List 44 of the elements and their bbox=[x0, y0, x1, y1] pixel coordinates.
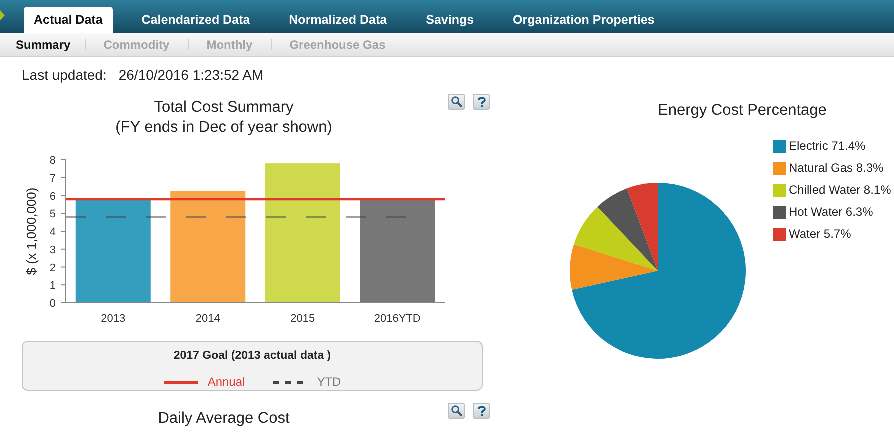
tab[interactable]: Actual Data bbox=[24, 7, 113, 33]
tab[interactable]: Savings bbox=[416, 7, 484, 33]
legend-label: Hot Water 6.3% bbox=[789, 204, 874, 221]
legend-label: Chilled Water 8.1% bbox=[789, 182, 892, 199]
legend-swatch bbox=[773, 228, 786, 240]
y-tick-label: 5 bbox=[50, 208, 56, 221]
tab[interactable]: Calendarized Data bbox=[132, 7, 260, 33]
legend-label: YTD bbox=[317, 374, 342, 392]
chart-subtitle: (FY ends in Dec of year shown) bbox=[116, 118, 332, 138]
help-icon[interactable] bbox=[473, 94, 490, 110]
chart-title: Daily Average Cost bbox=[158, 409, 290, 429]
y-tick-label: 3 bbox=[50, 244, 56, 256]
legend-swatch bbox=[773, 140, 786, 152]
help-icon[interactable] bbox=[473, 403, 490, 419]
legend-swatch bbox=[773, 206, 786, 218]
y-tick-label: 7 bbox=[50, 172, 56, 185]
legend-label: Natural Gas 8.3% bbox=[789, 160, 884, 177]
last-updated-label: Last updated: bbox=[22, 66, 107, 85]
y-tick-label: 0 bbox=[50, 298, 56, 310]
y-tick-label: 6 bbox=[50, 190, 56, 203]
last-updated-value: 26/10/2016 1:23:52 AM bbox=[118, 66, 264, 85]
y-tick-label: 8 bbox=[50, 155, 56, 167]
x-tick-label: 2014 bbox=[196, 313, 220, 325]
x-tick-label: 2015 bbox=[290, 313, 316, 325]
subtab[interactable]: Summary bbox=[14, 36, 73, 54]
legend-swatch bbox=[773, 162, 786, 174]
chart-title: Energy Cost Percentage bbox=[658, 102, 827, 119]
zoom-icon[interactable] bbox=[448, 94, 465, 110]
zoom-icon[interactable] bbox=[448, 403, 465, 419]
legend-swatch bbox=[773, 184, 786, 196]
legend-label: Water 5.7% bbox=[789, 226, 852, 243]
legend-label: Annual bbox=[208, 374, 246, 392]
x-tick-label: 2016YTD bbox=[374, 313, 421, 325]
tab[interactable]: Organization Properties bbox=[503, 7, 665, 33]
arrow-icon bbox=[0, 10, 5, 21]
legend-title: 2017 Goal (2013 actual data ) bbox=[174, 349, 332, 364]
y-tick-label: 2 bbox=[50, 262, 56, 274]
legend-label: Electric 71.4% bbox=[789, 138, 866, 155]
chart-title: Total Cost Summary bbox=[154, 98, 294, 118]
y-axis-label: $ (x 1,000,000) bbox=[24, 188, 39, 276]
y-tick-label: 4 bbox=[50, 226, 56, 238]
x-tick-label: 2013 bbox=[101, 313, 126, 325]
y-tick-label: 1 bbox=[50, 280, 56, 292]
tab[interactable]: Normalized Data bbox=[279, 7, 398, 33]
